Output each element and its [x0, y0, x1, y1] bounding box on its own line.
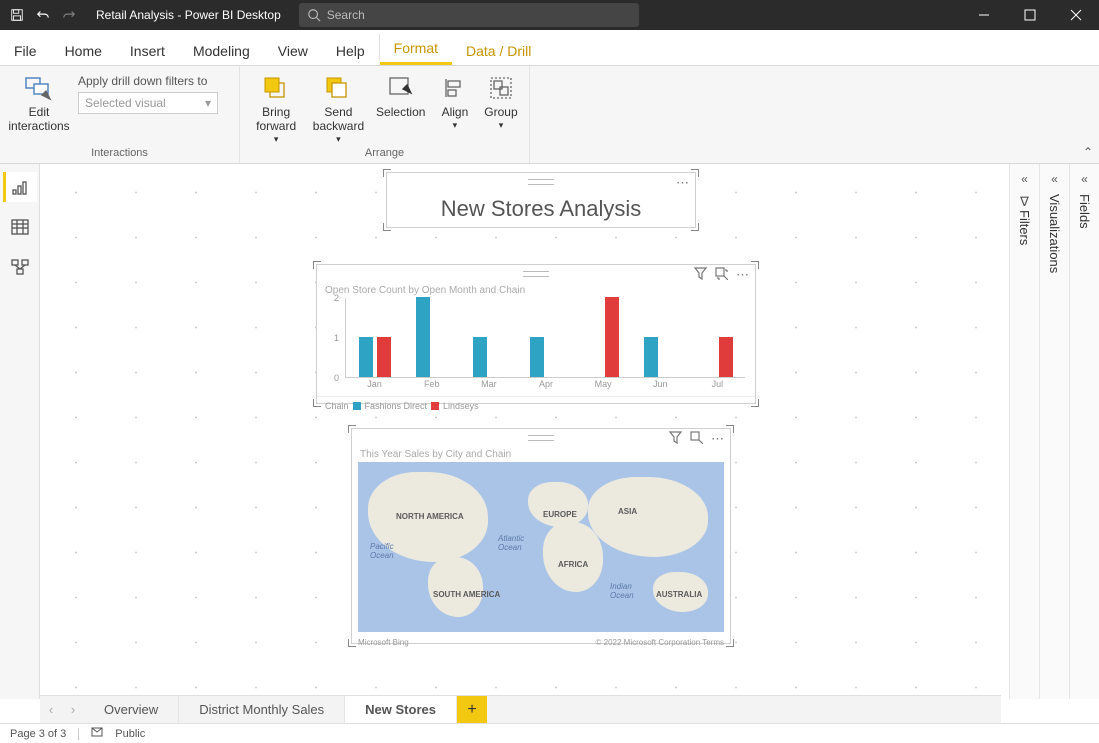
chart-plot-area: 012JanFebMarAprMayJunJul	[345, 298, 745, 378]
chart-legend: Chain Fashions Direct Lindseys	[317, 396, 755, 415]
minimize-button[interactable]	[961, 0, 1007, 30]
map-visual[interactable]: ⋯ This Year Sales by City and Chain NORT…	[351, 428, 731, 644]
visual-header[interactable]: ⋯	[317, 265, 755, 283]
map-attribution-right: © 2022 Microsoft Corporation Terms	[596, 638, 724, 647]
chevron-down-icon: ▾	[205, 96, 211, 110]
visualizations-pane-collapsed[interactable]: « Visualizations	[1039, 164, 1069, 699]
tab-modeling[interactable]: Modeling	[179, 35, 264, 65]
send-backward-button[interactable]: Send backward▾	[312, 70, 364, 144]
save-button[interactable]	[6, 4, 28, 26]
tab-file[interactable]: File	[0, 35, 51, 65]
more-options-icon[interactable]: ⋯	[736, 267, 749, 283]
status-bar: Page 3 of 3 Public	[0, 723, 1099, 743]
undo-button[interactable]	[32, 4, 54, 26]
page-indicator: Page 3 of 3	[10, 728, 66, 740]
page-nav-next[interactable]: ›	[62, 696, 84, 723]
maximize-button[interactable]	[1007, 0, 1053, 30]
expand-icon: «	[1021, 172, 1028, 186]
map-body[interactable]: NORTH AMERICA SOUTH AMERICA EUROPE AFRIC…	[358, 462, 724, 632]
tab-format[interactable]: Format	[380, 32, 452, 65]
search-box[interactable]: Search	[299, 3, 639, 27]
close-button[interactable]	[1053, 0, 1099, 30]
map-attribution-left: Microsoft Bing	[358, 638, 409, 647]
selection-pane-button[interactable]: Selection	[375, 70, 427, 120]
bar-chart-visual[interactable]: ⋯ Open Store Count by Open Month and Cha…	[316, 264, 756, 404]
main-area: ⋯ New Stores Analysis ⋯ Open	[0, 164, 1099, 699]
more-options-icon[interactable]: ⋯	[676, 175, 689, 191]
ribbon: Edit interactions Apply drill down filte…	[0, 66, 1099, 164]
sensitivity-icon	[91, 726, 103, 741]
canvas-wrap: ⋯ New Stores Analysis ⋯ Open	[40, 164, 1009, 699]
title-bar: Retail Analysis - Power BI Desktop Searc…	[0, 0, 1099, 30]
drill-filter-block: Apply drill down filters to Selected vis…	[78, 70, 218, 114]
filter-icon[interactable]	[694, 267, 707, 283]
page-tab-district[interactable]: District Monthly Sales	[179, 696, 345, 723]
tab-home[interactable]: Home	[51, 35, 116, 65]
expand-icon: «	[1081, 172, 1088, 186]
data-view-button[interactable]	[3, 212, 37, 242]
bring-forward-button[interactable]: Bring forward▾	[250, 70, 302, 144]
page-tab-new-stores[interactable]: New Stores	[345, 695, 457, 723]
focus-mode-icon[interactable]	[690, 431, 703, 447]
tab-data-drill[interactable]: Data / Drill	[452, 35, 545, 65]
app-title: Retail Analysis - Power BI Desktop	[86, 8, 291, 22]
filter-icon[interactable]	[669, 431, 682, 447]
align-button[interactable]: Align▾	[437, 70, 473, 130]
drill-filter-combo[interactable]: Selected visual ▾	[78, 92, 218, 114]
collapse-ribbon-button[interactable]: ⌃	[1083, 145, 1093, 159]
add-page-button[interactable]: +	[457, 696, 487, 723]
title-text-visual[interactable]: ⋯ New Stores Analysis	[386, 172, 696, 228]
filters-pane-collapsed[interactable]: « ∇ Filters	[1009, 164, 1039, 699]
map-title: This Year Sales by City and Chain	[352, 447, 730, 460]
edit-interactions-button[interactable]: Edit interactions	[10, 70, 68, 134]
redo-button[interactable]	[58, 4, 80, 26]
visual-header[interactable]: ⋯	[352, 429, 730, 447]
model-view-button[interactable]	[3, 252, 37, 282]
page-tab-overview[interactable]: Overview	[84, 696, 179, 723]
chart-title: Open Store Count by Open Month and Chain	[317, 283, 755, 296]
fields-pane-collapsed[interactable]: « Fields	[1069, 164, 1099, 699]
sensitivity-label: Public	[115, 728, 145, 740]
title-text: New Stores Analysis	[387, 191, 695, 227]
view-rail	[0, 164, 40, 699]
window-controls	[961, 0, 1099, 30]
quick-access-toolbar	[0, 4, 86, 26]
visual-header[interactable]: ⋯	[387, 173, 695, 191]
report-canvas[interactable]: ⋯ New Stores Analysis ⋯ Open	[46, 170, 1003, 693]
expand-icon: «	[1051, 172, 1058, 186]
group-button[interactable]: Group▾	[483, 70, 519, 130]
report-view-button[interactable]	[3, 172, 37, 202]
page-nav-prev[interactable]: ‹	[40, 696, 62, 723]
tab-view[interactable]: View	[264, 35, 322, 65]
more-options-icon[interactable]: ⋯	[711, 431, 724, 447]
page-tabs: ‹ › Overview District Monthly Sales New …	[40, 695, 1001, 723]
focus-mode-icon[interactable]	[715, 267, 728, 283]
ribbon-tabs: File Home Insert Modeling View Help Form…	[0, 30, 1099, 66]
search-placeholder: Search	[327, 8, 365, 22]
tab-help[interactable]: Help	[322, 35, 379, 65]
tab-insert[interactable]: Insert	[116, 35, 179, 65]
